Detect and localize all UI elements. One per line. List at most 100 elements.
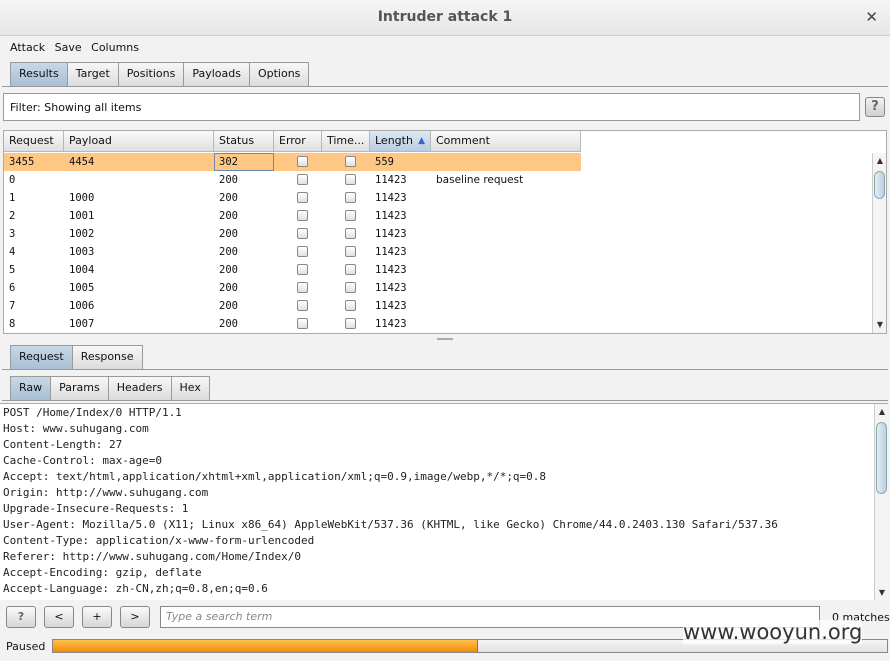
cell-length: 11423 bbox=[375, 192, 407, 204]
cell-length: 559 bbox=[375, 156, 394, 168]
tab-params[interactable]: Params bbox=[50, 376, 109, 400]
cell-request: 6 bbox=[9, 282, 16, 294]
cell-length: 11423 bbox=[375, 264, 407, 276]
cell-payload: 1002 bbox=[69, 228, 95, 240]
menu-columns[interactable]: Columns bbox=[91, 38, 139, 54]
column-request[interactable]: Request bbox=[4, 131, 64, 152]
tab-divider bbox=[2, 86, 888, 87]
cell-error bbox=[274, 243, 322, 261]
scroll-down-icon[interactable]: ▼ bbox=[875, 587, 888, 599]
pane-splitter[interactable] bbox=[0, 336, 890, 342]
cell-error bbox=[274, 315, 322, 333]
table-row[interactable]: 2 1001 200 11423 bbox=[4, 207, 581, 225]
cell-error bbox=[274, 225, 322, 243]
previous-match-button[interactable]: < bbox=[44, 606, 74, 628]
column-payload[interactable]: Payload bbox=[64, 131, 214, 152]
table-row[interactable]: 8 1007 200 11423 bbox=[4, 315, 581, 333]
tab-payloads[interactable]: Payloads bbox=[183, 62, 250, 86]
cell-comment bbox=[431, 315, 581, 333]
cell-timeout bbox=[322, 153, 370, 171]
raw-line: Content-Type: application/x-www-form-url… bbox=[3, 534, 315, 547]
cell-error bbox=[274, 207, 322, 225]
cell-error bbox=[274, 279, 322, 297]
tab-raw[interactable]: Raw bbox=[10, 376, 52, 400]
error-checkbox bbox=[297, 155, 308, 167]
table-body: 3455 4454 302 559 0 200 11423 baseline r… bbox=[4, 153, 581, 333]
menu-attack[interactable]: Attack bbox=[10, 38, 45, 54]
cell-comment bbox=[431, 225, 581, 243]
table-row[interactable]: 0 200 11423 baseline request bbox=[4, 171, 581, 189]
cell-comment bbox=[431, 261, 581, 279]
tab-headers[interactable]: Headers bbox=[107, 376, 172, 400]
table-row[interactable]: 1 1000 200 11423 bbox=[4, 189, 581, 207]
timeout-checkbox bbox=[345, 227, 356, 239]
cell-length: 11423 bbox=[375, 318, 407, 330]
table-row[interactable]: 3455 4454 302 559 bbox=[4, 153, 581, 171]
cell-error bbox=[274, 171, 322, 189]
cell-request: 4 bbox=[9, 246, 16, 258]
add-search-button[interactable]: + bbox=[82, 606, 112, 628]
tab-results[interactable]: Results bbox=[10, 62, 68, 86]
splitter-grip-icon[interactable] bbox=[437, 338, 453, 340]
tab-response[interactable]: Response bbox=[71, 345, 143, 369]
scroll-thumb[interactable] bbox=[874, 171, 885, 199]
menu-save[interactable]: Save bbox=[55, 38, 82, 54]
menu-bar: Attack Save Columns bbox=[0, 38, 890, 56]
table-row[interactable]: 7 1006 200 11423 bbox=[4, 297, 581, 315]
table-row[interactable]: 5 1004 200 11423 bbox=[4, 261, 581, 279]
error-checkbox bbox=[297, 209, 308, 221]
cell-comment bbox=[431, 207, 581, 225]
table-row[interactable]: 6 1005 200 11423 bbox=[4, 279, 581, 297]
cell-timeout bbox=[322, 297, 370, 315]
scroll-thumb[interactable] bbox=[876, 422, 887, 494]
tab-positions[interactable]: Positions bbox=[117, 62, 185, 86]
cell-error bbox=[274, 297, 322, 315]
cell-request: 7 bbox=[9, 300, 16, 312]
cell-request: 8 bbox=[9, 318, 16, 330]
column-length[interactable]: Length ▲ bbox=[370, 131, 431, 152]
cell-length: 11423 bbox=[375, 246, 407, 258]
raw-request-editor[interactable]: POST /Home/Index/0 HTTP/1.1 Host: www.su… bbox=[0, 403, 888, 600]
window-title: Intruder attack 1 bbox=[377, 9, 513, 25]
column-error[interactable]: Error bbox=[274, 131, 322, 152]
tab-request[interactable]: Request bbox=[10, 345, 73, 369]
watermark: www.wooyun.org bbox=[683, 620, 863, 644]
filter-help-button[interactable]: ? bbox=[865, 97, 885, 117]
cell-payload: 1004 bbox=[69, 264, 95, 276]
scroll-up-icon[interactable]: ▲ bbox=[873, 155, 886, 167]
table-row[interactable]: 3 1002 200 11423 bbox=[4, 225, 581, 243]
column-timeout[interactable]: Time... bbox=[322, 131, 370, 152]
progress-fill bbox=[53, 640, 479, 652]
cell-status: 200 bbox=[219, 246, 238, 258]
raw-scrollbar[interactable]: ▲ ▼ bbox=[874, 404, 888, 600]
search-help-button[interactable]: ? bbox=[6, 606, 36, 628]
column-status[interactable]: Status bbox=[214, 131, 274, 152]
cell-request: 3455 bbox=[9, 156, 35, 168]
tab-options[interactable]: Options bbox=[248, 62, 310, 86]
timeout-checkbox bbox=[345, 191, 356, 203]
next-match-button[interactable]: > bbox=[120, 606, 150, 628]
cell-payload: 4454 bbox=[69, 156, 95, 168]
results-table: Request Payload Status Error Time... Len… bbox=[3, 130, 887, 334]
scroll-down-icon[interactable]: ▼ bbox=[873, 319, 886, 331]
column-comment[interactable]: Comment bbox=[431, 131, 581, 152]
cell-status: 200 bbox=[219, 228, 238, 240]
tab-divider bbox=[2, 400, 888, 401]
cell-timeout bbox=[322, 315, 370, 333]
cell-timeout bbox=[322, 189, 370, 207]
tab-hex[interactable]: Hex bbox=[170, 376, 210, 400]
cell-timeout bbox=[322, 171, 370, 189]
cell-payload: 1007 bbox=[69, 318, 95, 330]
table-row[interactable]: 4 1003 200 11423 bbox=[4, 243, 581, 261]
cell-payload: 1006 bbox=[69, 300, 95, 312]
detail-tabs: Request Response bbox=[10, 345, 143, 369]
table-scrollbar[interactable]: ▲ ▼ bbox=[872, 153, 886, 333]
cell-request: 1 bbox=[9, 192, 16, 204]
timeout-checkbox bbox=[345, 155, 356, 167]
raw-line: Host: www.suhugang.com bbox=[3, 422, 149, 435]
close-icon[interactable]: ✕ bbox=[865, 8, 878, 26]
error-checkbox bbox=[297, 281, 308, 293]
tab-target[interactable]: Target bbox=[66, 62, 119, 86]
scroll-up-icon[interactable]: ▲ bbox=[875, 406, 888, 418]
filter-bar[interactable]: Filter: Showing all items bbox=[3, 93, 860, 121]
